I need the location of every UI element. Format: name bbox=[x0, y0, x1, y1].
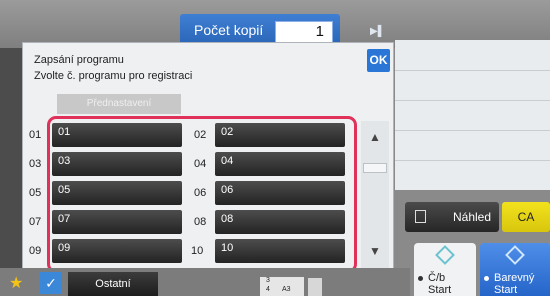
paper-tray-indicator: 3 4 A3 bbox=[260, 277, 304, 296]
program-number: 03 bbox=[29, 158, 42, 170]
scroll-track[interactable] bbox=[363, 163, 387, 173]
dialog-title: Zapsání programu bbox=[34, 54, 124, 66]
paper-size: A3 bbox=[282, 286, 291, 293]
bw-start-line1: Č/b bbox=[428, 272, 446, 284]
program-number: 09 bbox=[29, 245, 42, 257]
panel-divider bbox=[395, 70, 550, 71]
program-button[interactable]: 01 bbox=[52, 123, 182, 147]
copies-input[interactable]: 1 bbox=[275, 21, 333, 43]
program-number: 05 bbox=[29, 187, 42, 199]
program-number: 01 bbox=[29, 129, 42, 141]
program-button[interactable]: 02 bbox=[215, 123, 345, 147]
left-strip bbox=[0, 48, 22, 268]
program-number: 04 bbox=[194, 158, 207, 170]
dialog-subtitle: Zvolte č. programu pro registraci bbox=[34, 70, 193, 82]
program-button[interactable]: 07 bbox=[52, 210, 182, 234]
preview-label: Náhled bbox=[453, 210, 492, 224]
program-button[interactable]: 04 bbox=[215, 152, 345, 176]
program-number: 06 bbox=[194, 187, 207, 199]
panel-divider bbox=[395, 100, 550, 101]
scroll-down-icon[interactable]: ▼ bbox=[361, 241, 389, 261]
star-icon[interactable]: ★ bbox=[9, 276, 23, 292]
preset-button[interactable]: Přednastavení bbox=[57, 94, 181, 114]
list-scrollbar: ▲ ▼ bbox=[361, 121, 389, 268]
other-button[interactable]: Ostatní bbox=[68, 272, 158, 296]
right-tool-panel bbox=[395, 40, 550, 190]
play-icon[interactable]: ▶▌ bbox=[370, 26, 385, 37]
paper-tray-top: 3 bbox=[266, 277, 270, 284]
paper-tray: 4 bbox=[266, 286, 270, 293]
scroll-up-icon[interactable]: ▲ bbox=[361, 127, 389, 147]
panel-divider bbox=[395, 130, 550, 131]
program-button[interactable]: 08 bbox=[215, 210, 345, 234]
dot-icon bbox=[418, 276, 423, 281]
color-start-line2: Start bbox=[494, 284, 518, 296]
paper-select-button[interactable] bbox=[308, 278, 322, 296]
program-number: 10 bbox=[191, 245, 204, 257]
program-number: 02 bbox=[194, 129, 207, 141]
ca-button[interactable]: CA bbox=[502, 202, 550, 232]
panel-divider bbox=[395, 160, 550, 161]
program-button[interactable]: 06 bbox=[215, 181, 345, 205]
ok-button[interactable]: OK bbox=[367, 49, 390, 72]
copies-label: Počet kopií bbox=[194, 22, 264, 38]
program-button[interactable]: 09 bbox=[52, 239, 182, 263]
checkmark-icon[interactable]: ✓ bbox=[40, 272, 62, 294]
bw-start-line2: Start bbox=[428, 284, 452, 296]
bw-start-button[interactable]: Č/b Start bbox=[414, 243, 476, 296]
start-diamond-icon bbox=[435, 245, 455, 265]
program-number: 08 bbox=[194, 216, 207, 228]
program-button[interactable]: 03 bbox=[52, 152, 182, 176]
program-button[interactable]: 10 bbox=[215, 239, 345, 263]
color-start-line1: Barevný bbox=[494, 272, 535, 284]
program-button[interactable]: 05 bbox=[52, 181, 182, 205]
dot-icon bbox=[484, 276, 489, 281]
preview-button[interactable]: Náhled bbox=[405, 202, 499, 232]
start-diamond-icon bbox=[505, 245, 525, 265]
preview-icon bbox=[415, 210, 426, 223]
program-register-dialog: Zapsání programu Zvolte č. programu pro … bbox=[22, 42, 394, 274]
program-number: 07 bbox=[29, 216, 42, 228]
color-start-button[interactable]: Barevný Start bbox=[480, 243, 550, 296]
